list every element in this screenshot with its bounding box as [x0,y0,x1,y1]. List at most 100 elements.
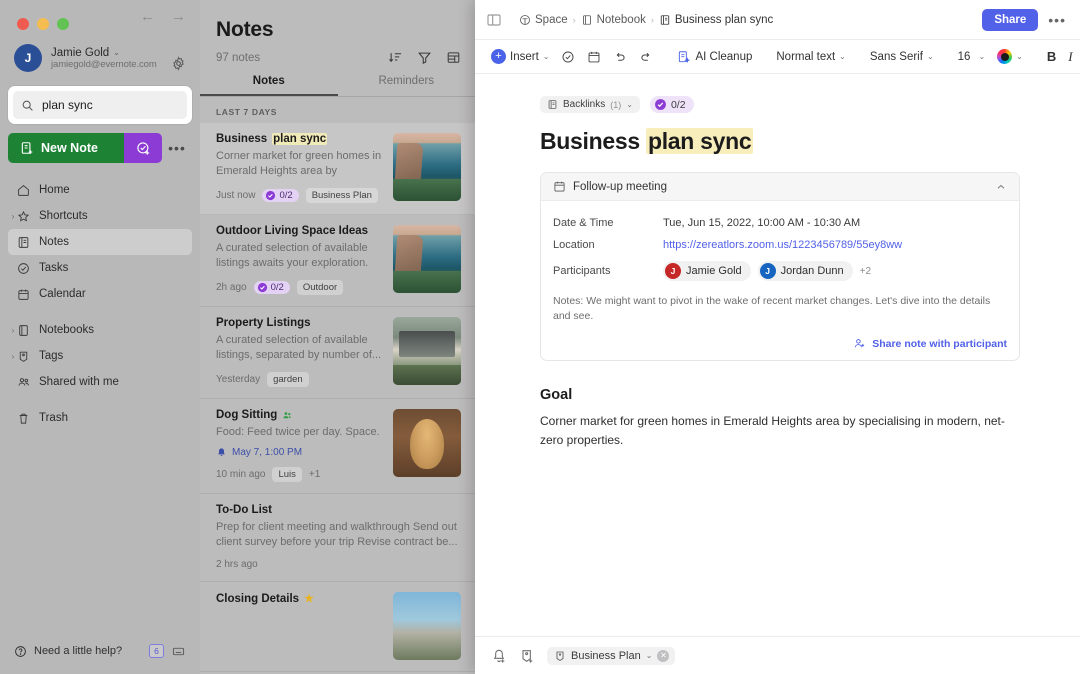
undo-button[interactable] [607,47,633,67]
share-note-with-participant-button[interactable]: Share note with participant [553,337,1007,350]
note-item-tag[interactable]: Outdoor [297,280,343,295]
sidebar-item-label: Tasks [39,262,68,274]
sidebar-nav-list: Home › Shortcuts Notes [0,177,200,431]
account-email: jamiegold@evernote.com [51,59,157,70]
sidebar-item-calendar[interactable]: Calendar [8,281,192,307]
field-label: Date & Time [553,217,663,229]
note-list-item[interactable]: Closing Details ★ [200,582,475,672]
sidebar-item-trash[interactable]: Trash [8,405,192,431]
maximize-window-button[interactable] [57,18,69,30]
insert-button[interactable]: + Insert ⌄ [485,46,555,67]
meeting-card-body: Date & Time Tue, Jun 15, 2022, 10:00 AM … [541,201,1019,360]
help-shortcut-key[interactable]: 6 [149,644,164,658]
task-progress-badge[interactable]: 0/2 [650,96,694,113]
search-input[interactable] [42,98,197,112]
note-list-item[interactable]: Dog Sitting Food: Feed twice per day. Sp… [200,399,475,494]
note-item-title: Outdoor Living Space Ideas [216,225,383,237]
sort-icon[interactable] [388,50,403,65]
task-progress-value: 0/2 [671,99,686,111]
note-icon [659,14,671,26]
meeting-link[interactable]: https://zereatlors.zoom.us/1223456789/55… [663,239,902,251]
text-color-button[interactable]: ⌄ [991,46,1029,67]
grid-icon[interactable] [446,50,461,65]
font-size-dropdown[interactable]: 16 ⌄ [952,48,992,66]
check-circle-icon [16,262,31,275]
chevron-right-icon[interactable]: › [8,352,18,361]
participant-chip[interactable]: J Jordan Dunn [758,261,853,281]
filter-icon[interactable] [417,50,432,65]
note-item-tag[interactable]: Business Plan [306,188,378,203]
bold-button[interactable]: B [1041,46,1062,67]
chevron-right-icon[interactable]: › [8,326,18,335]
note-content: Backlinks (1) ⌄ 0/2 Business plan sync [475,74,1080,636]
chevron-up-icon[interactable] [995,181,1007,193]
share-note-label: Share note with participant [872,338,1007,350]
close-icon[interactable]: ✕ [657,650,669,662]
sidebar-item-shared-with-me[interactable]: Shared with me [8,369,192,395]
minimize-window-button[interactable] [37,18,49,30]
account-row[interactable]: J Jamie Gold ⌄ jamiegold@evernote.com [0,34,200,80]
search-box[interactable]: ✕ [13,91,187,119]
note-item-tag[interactable]: garden [267,372,309,387]
participant-chip[interactable]: J Jamie Gold [663,261,751,281]
add-reminder-icon[interactable] [491,648,507,664]
breadcrumb-note[interactable]: Business plan sync [659,14,773,26]
back-arrow-icon[interactable]: ← [140,9,155,24]
insert-calendar-button[interactable] [581,47,607,67]
note-group-label: LAST 7 DAYS [200,97,475,123]
redo-button[interactable] [633,47,659,67]
sidebar-item-home[interactable]: Home [8,177,192,203]
note-list-item[interactable]: Business plan sync Corner market for gre… [200,123,475,215]
new-note-button[interactable]: New Note [8,133,124,163]
add-tag-icon[interactable] [519,648,535,664]
field-label: Participants [553,265,663,277]
note-list-item[interactable]: To-Do List Prep for client meeting and w… [200,494,475,582]
tab-notes[interactable]: Notes [200,75,338,96]
sidebar-item-tasks[interactable]: Tasks [8,255,192,281]
note-list-item[interactable]: Outdoor Living Space Ideas A curated sel… [200,215,475,307]
note-item-tag[interactable]: Luis [272,467,301,482]
font-family-dropdown[interactable]: Sans Serif ⌄ [864,48,940,66]
note-list-item[interactable]: Property Listings A curated selection of… [200,307,475,399]
paragraph-style-dropdown[interactable]: Normal text ⌄ [770,48,852,66]
breadcrumb-notebook[interactable]: Notebook [581,14,646,26]
ai-cleanup-button[interactable]: AI Cleanup [671,47,758,67]
note-item-task-badge[interactable]: 0/2 [262,189,298,202]
paragraph-style-value: Normal text [776,51,835,63]
sidebar-item-shortcuts[interactable]: › Shortcuts [8,203,192,229]
sidebar-item-tags[interactable]: › Tags [8,343,192,369]
new-task-button[interactable] [124,133,162,163]
backlinks-button[interactable]: Backlinks (1) ⌄ [540,96,640,113]
note-item-snippet: Food: Feed twice per day. Space. [216,425,383,440]
editor-footer: Business Plan ⌄ ✕ [475,636,1080,674]
font-size-value: 16 [958,51,971,63]
note-title-plain: Business [540,128,646,154]
sidebar-toggle-icon[interactable] [485,11,503,29]
breadcrumb-space[interactable]: Space [519,14,568,26]
chevron-down-icon[interactable]: ⌄ [646,651,653,660]
font-family-value: Sans Serif [870,51,923,63]
tab-reminders[interactable]: Reminders [338,75,476,96]
share-button[interactable]: Share [982,9,1038,31]
sidebar-item-notes[interactable]: Notes [8,229,192,255]
sidebar-more-button[interactable]: ••• [162,133,192,163]
backlinks-count: (1) [610,100,621,110]
chevron-right-icon[interactable]: › [8,212,18,221]
note-item-title: Business plan sync [216,133,383,145]
note-item-tag-extra[interactable]: +1 [309,469,320,480]
editor-overflow-button[interactable]: ••• [1046,12,1068,28]
note-item-task-badge[interactable]: 0/2 [254,281,290,294]
close-window-button[interactable] [17,18,29,30]
gear-icon[interactable] [171,56,186,71]
forward-arrow-icon[interactable]: → [171,9,186,24]
task-count: 0/2 [271,282,284,293]
participants-overflow[interactable]: +2 [860,266,871,277]
notebook-chip[interactable]: Business Plan ⌄ ✕ [547,647,675,665]
help-row[interactable]: Need a little help? 6 [0,644,200,658]
insert-task-button[interactable] [555,47,581,67]
chevron-down-icon[interactable]: ⌄ [113,48,120,57]
keyboard-icon[interactable] [171,645,186,658]
italic-button[interactable]: I [1062,46,1078,68]
star-icon: ★ [304,592,314,605]
sidebar-item-notebooks[interactable]: › Notebooks [8,317,192,343]
